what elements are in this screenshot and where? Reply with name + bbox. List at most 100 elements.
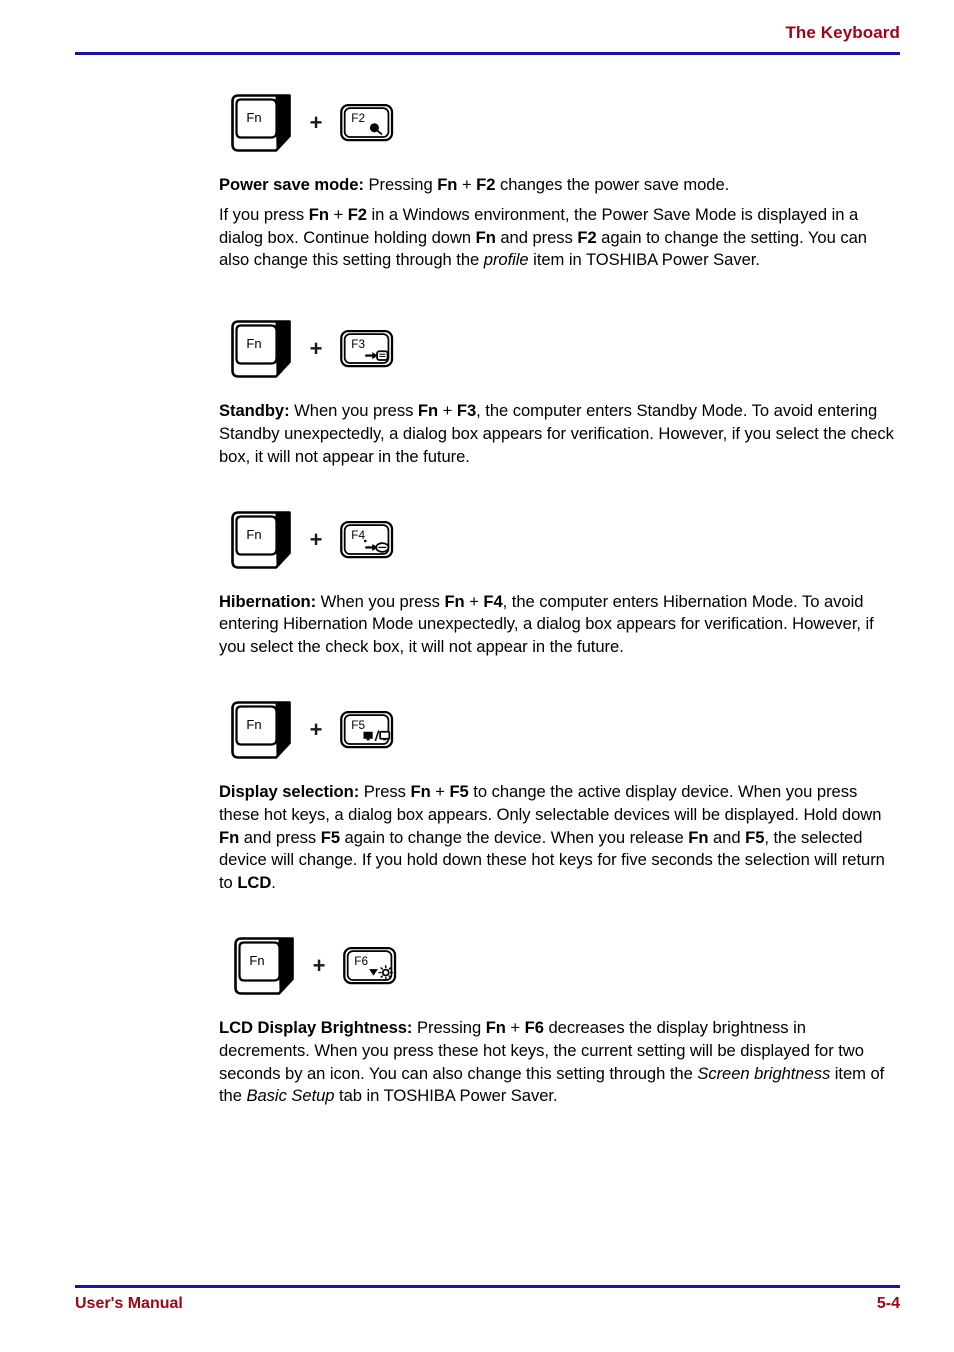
text-run: Press — [359, 781, 411, 801]
text-run: Pressing — [412, 1017, 486, 1037]
svg-text:F5: F5 — [351, 718, 365, 732]
page-header-title: The Keyboard — [785, 23, 900, 42]
text-run: F3 — [456, 401, 477, 421]
hotkey-block-power-save-mode: Fn + F2 Power save mode: Pressing Fn + F2… — [219, 86, 894, 272]
text-run: If you press — [219, 204, 309, 224]
text-run: Hibernation: — [219, 591, 317, 611]
page-header: The Keyboard — [75, 22, 900, 54]
svg-text:F6: F6 — [354, 954, 368, 968]
hotkey-block-standby: Fn + F3 Standby: When you press Fn + F3, … — [219, 312, 894, 468]
text-run: F4 — [483, 591, 503, 611]
text-run: Display selection: — [219, 781, 360, 801]
text-run: Fn — [485, 1017, 506, 1037]
text-run: and press — [239, 827, 321, 847]
text-run: Fn — [475, 227, 496, 247]
text-run: F6 — [524, 1017, 544, 1037]
text-run: Power save mode: — [219, 175, 364, 194]
fn-keycap-label: Fn — [246, 336, 262, 352]
page-footer: User's Manual 5-4 — [75, 1293, 900, 1315]
hotkey-block-hibernation: Fn + F4 Hibernation: When you press Fn + … — [219, 503, 894, 659]
text-run: + — [464, 591, 484, 611]
text-run: Basic Setup — [246, 1086, 335, 1106]
text-run: Fn — [437, 175, 458, 194]
paragraph-hibernation-1: Hibernation: When you press Fn + F4, the… — [219, 591, 894, 659]
text-run: item in TOSHIBA Power Saver. — [528, 250, 760, 270]
plus-sign: + — [309, 110, 323, 135]
paragraph-standby-1: Standby: When you press Fn + F3, the com… — [219, 400, 894, 468]
plus-sign: + — [312, 952, 326, 978]
text-run: + — [457, 175, 477, 194]
paragraph-lcd-display-brightness-1: LCD Display Brightness: Pressing Fn + F6… — [219, 1017, 894, 1108]
display-selection-monitors-icon: F5 — [339, 709, 395, 751]
power-save-dot-icon: F2 — [339, 102, 395, 144]
text-run: F5 — [449, 781, 469, 801]
text-run: F2 — [577, 227, 597, 247]
document-content: Fn + F2 Power save mode: Pressing Fn + F2… — [219, 86, 894, 1108]
fn-keycap-icon: Fn — [229, 509, 293, 571]
plus-sign: + — [309, 526, 323, 552]
key-combination-illustration: Fn + F5 — [219, 693, 894, 767]
text-run: tab in TOSHIBA Power Saver. — [334, 1086, 558, 1106]
fn-keycap-label: Fn — [249, 952, 265, 968]
text-run: F5 — [745, 827, 765, 847]
svg-text:F4: F4 — [351, 528, 365, 542]
footer-manual-label: User's Manual — [75, 1295, 183, 1312]
key-combination-illustration: Fn + F2 — [219, 86, 894, 160]
hibernation-arrow-into-disk-icon: F4 — [339, 519, 395, 561]
text-run: Pressing — [363, 175, 438, 194]
text-run: F5 — [320, 827, 340, 847]
plus-sign: + — [309, 716, 323, 742]
text-run: Fn — [219, 827, 240, 847]
text-run: F2 — [476, 175, 496, 194]
text-run: changes the power save mode. — [495, 175, 730, 194]
key-combination-illustration: Fn + F6 — [219, 929, 894, 1003]
fn-keycap-icon: Fn — [229, 92, 293, 154]
fn-keycap-icon: Fn — [229, 699, 293, 761]
text-run: and — [708, 827, 746, 847]
fn-keycap-icon: Fn — [229, 318, 293, 380]
brightness-down-sun-icon: F6 — [342, 945, 398, 987]
text-run: Fn — [410, 781, 431, 801]
text-run: Screen brightness — [697, 1063, 831, 1083]
text-run: + — [430, 781, 450, 801]
text-run: Fn — [308, 204, 329, 224]
text-run: again to change the device. When you rel… — [340, 827, 689, 847]
text-run: Fn — [417, 401, 439, 421]
footer-divider-rule — [75, 1285, 900, 1288]
fn-keycap-label: Fn — [246, 110, 262, 125]
standby-arrow-into-box-icon: F3 — [339, 328, 395, 370]
text-run: Standby: — [219, 401, 290, 421]
text-run: and press — [495, 227, 578, 247]
text-run: Fn — [688, 827, 709, 847]
text-run: Fn — [444, 591, 465, 611]
fn-keycap-icon: Fn — [232, 935, 296, 997]
header-divider-rule — [75, 52, 900, 55]
text-run: . — [271, 873, 276, 893]
text-run: F2 — [347, 204, 367, 224]
plus-sign: + — [309, 336, 323, 362]
fn-keycap-label: Fn — [246, 526, 262, 542]
paragraph-power-save-mode-1: Power save mode: Pressing Fn + F2 change… — [219, 174, 894, 197]
text-run: + — [438, 401, 457, 421]
text-run: LCD — [237, 873, 272, 893]
text-run: + — [505, 1017, 525, 1037]
svg-text:F3: F3 — [351, 337, 365, 351]
text-run: profile — [483, 250, 529, 270]
key-combination-illustration: Fn + F3 — [219, 312, 894, 386]
svg-text:F2: F2 — [351, 111, 365, 125]
hotkey-block-display-selection: Fn + F5 Display selection: Press Fn + F5 … — [219, 693, 894, 895]
text-run: When you press — [289, 401, 418, 421]
key-combination-illustration: Fn + F4 — [219, 503, 894, 577]
footer-page-number: 5-4 — [876, 1295, 900, 1312]
hotkey-block-lcd-display-brightness: Fn + F6 LCD Display Brightness: Pressing … — [219, 929, 894, 1108]
paragraph-power-save-mode-2: If you press Fn + F2 in a Windows enviro… — [219, 204, 894, 272]
paragraph-display-selection-1: Display selection: Press Fn + F5 to chan… — [219, 781, 894, 895]
